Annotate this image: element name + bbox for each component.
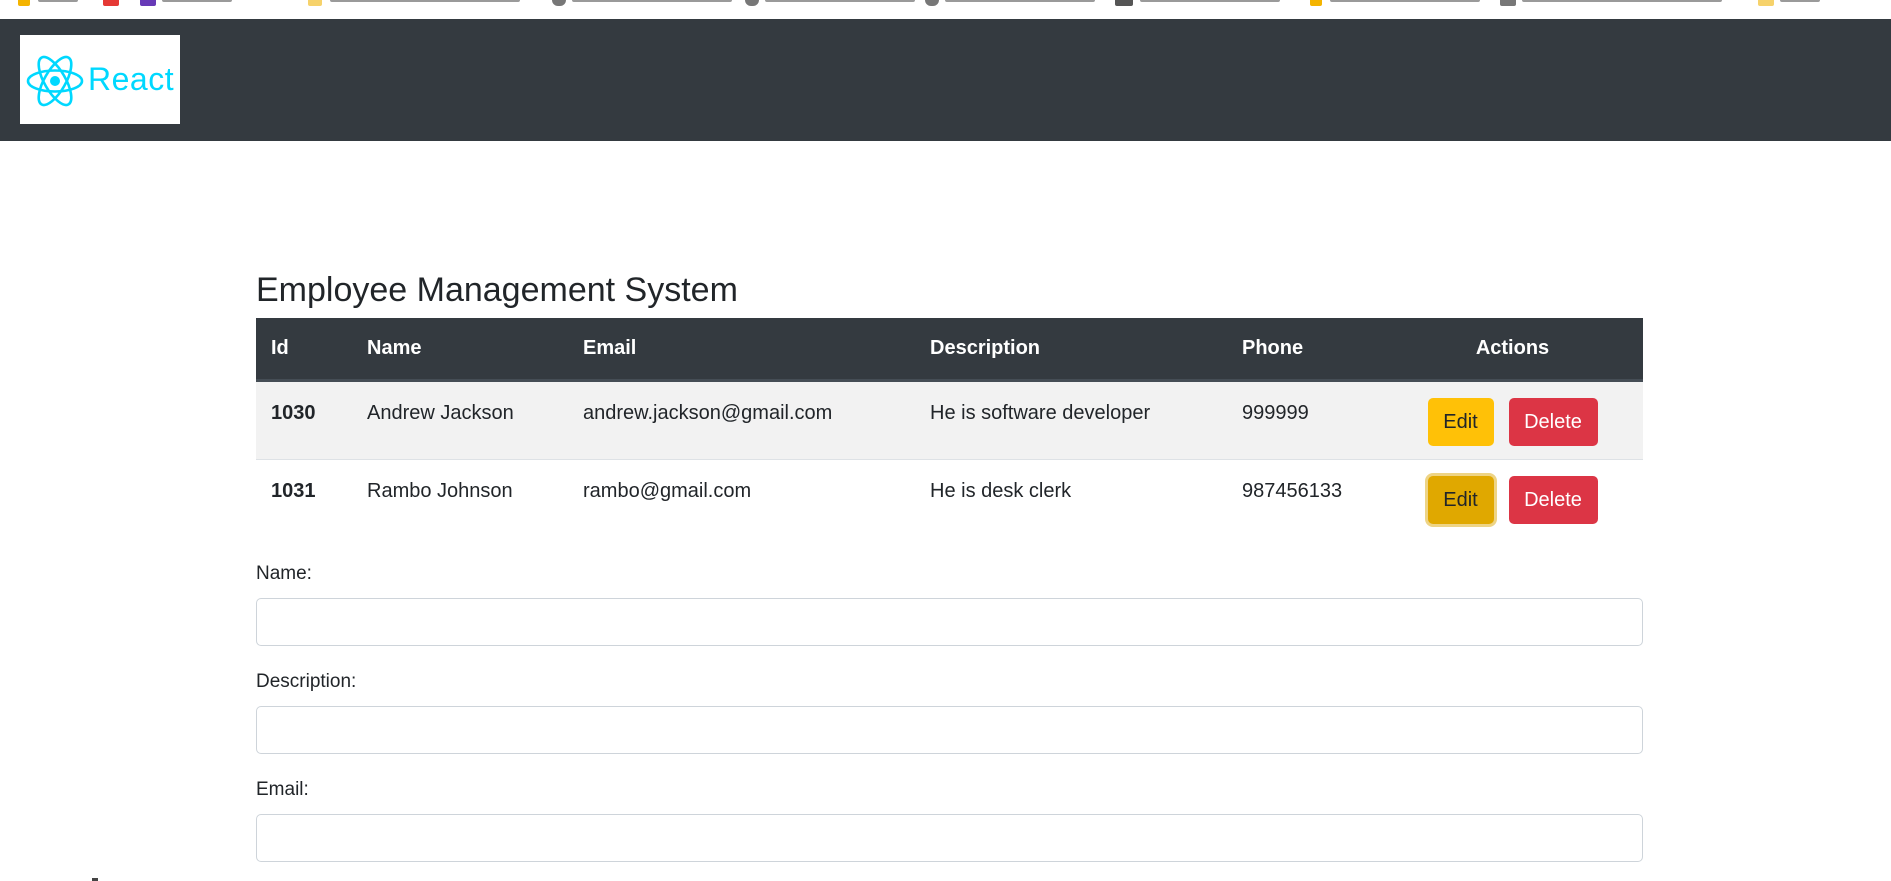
delete-button[interactable]: Delete xyxy=(1508,475,1598,524)
cell-description: He is desk clerk xyxy=(930,479,1072,502)
bookmarks-bar xyxy=(0,0,1891,19)
description-form-group: Description: xyxy=(256,666,1643,754)
email-input[interactable] xyxy=(256,814,1643,862)
employee-table: Id Name Email Description Phone Actions … xyxy=(256,318,1643,538)
apps-icon[interactable] xyxy=(18,0,30,6)
brand-logo[interactable]: React xyxy=(20,35,180,124)
cell-email: andrew.jackson@gmail.com xyxy=(583,401,833,424)
cell-id: 1031 xyxy=(271,479,316,502)
cell-name: Rambo Johnson xyxy=(367,479,513,502)
table-row: 1031 Rambo Johnson rambo@gmail.com He is… xyxy=(256,459,1643,538)
cell-email: rambo@gmail.com xyxy=(583,479,752,502)
page-title: Employee Management System xyxy=(256,271,738,309)
delete-button[interactable]: Delete xyxy=(1508,397,1598,446)
bookmark-item[interactable] xyxy=(1522,0,1722,2)
logo-text: React xyxy=(88,61,175,97)
name-label: Name: xyxy=(256,563,312,584)
email-form-group: Email: xyxy=(256,774,1643,862)
folder-icon[interactable] xyxy=(308,0,322,6)
description-label: Description: xyxy=(256,671,357,692)
main-content: Employee Management System Id Name Email… xyxy=(256,270,1643,538)
bookmark-item[interactable] xyxy=(1330,0,1480,2)
bookmark-item[interactable] xyxy=(765,0,915,2)
bookmark-icon[interactable] xyxy=(1115,0,1133,6)
email-label: Email: xyxy=(256,779,309,800)
column-header-email: Email xyxy=(568,318,915,382)
bookmark-item[interactable] xyxy=(38,0,78,2)
bookmark-item[interactable] xyxy=(572,0,732,2)
bookmark-icon[interactable] xyxy=(1500,0,1516,6)
column-header-actions: Actions xyxy=(1382,318,1643,382)
bookmark-item[interactable] xyxy=(945,0,1095,2)
column-header-phone: Phone xyxy=(1227,318,1382,382)
cell-id: 1030 xyxy=(271,401,316,424)
description-input[interactable] xyxy=(256,706,1643,754)
globe-icon[interactable] xyxy=(552,0,566,6)
folder-icon[interactable] xyxy=(1758,0,1774,6)
bookmark-item[interactable] xyxy=(330,0,520,2)
bookmark-icon[interactable] xyxy=(1310,0,1322,6)
cell-phone: 999999 xyxy=(1242,401,1309,424)
table-header: Id Name Email Description Phone Actions xyxy=(256,318,1643,382)
bookmark-icon[interactable] xyxy=(140,0,156,6)
cell-name: Andrew Jackson xyxy=(367,401,514,424)
column-header-description: Description xyxy=(915,318,1227,382)
cell-phone: 987456133 xyxy=(1242,479,1343,502)
youtube-icon[interactable] xyxy=(103,0,119,6)
name-form-group: Name: xyxy=(256,558,1643,646)
edit-button[interactable]: Edit xyxy=(1427,397,1494,446)
table-row: 1030 Andrew Jackson andrew.jackson@gmail… xyxy=(256,380,1643,459)
bookmark-item[interactable] xyxy=(1140,0,1280,2)
cell-actions: Edit Delete xyxy=(1382,380,1643,459)
navbar: React xyxy=(0,19,1891,141)
bookmark-item[interactable] xyxy=(1780,0,1820,2)
edit-button[interactable]: Edit xyxy=(1427,475,1494,524)
globe-icon[interactable] xyxy=(745,0,759,6)
name-input[interactable] xyxy=(256,598,1643,646)
cell-description: He is software developer xyxy=(930,401,1151,424)
bookmark-item[interactable] xyxy=(162,0,232,2)
employee-form: Name: Description: Email: xyxy=(256,558,1643,881)
react-atom-icon xyxy=(26,55,84,107)
globe-icon[interactable] xyxy=(925,0,939,6)
cell-actions: Edit Delete xyxy=(1382,459,1643,538)
column-header-id: Id xyxy=(256,318,352,382)
column-header-name: Name xyxy=(352,318,568,382)
